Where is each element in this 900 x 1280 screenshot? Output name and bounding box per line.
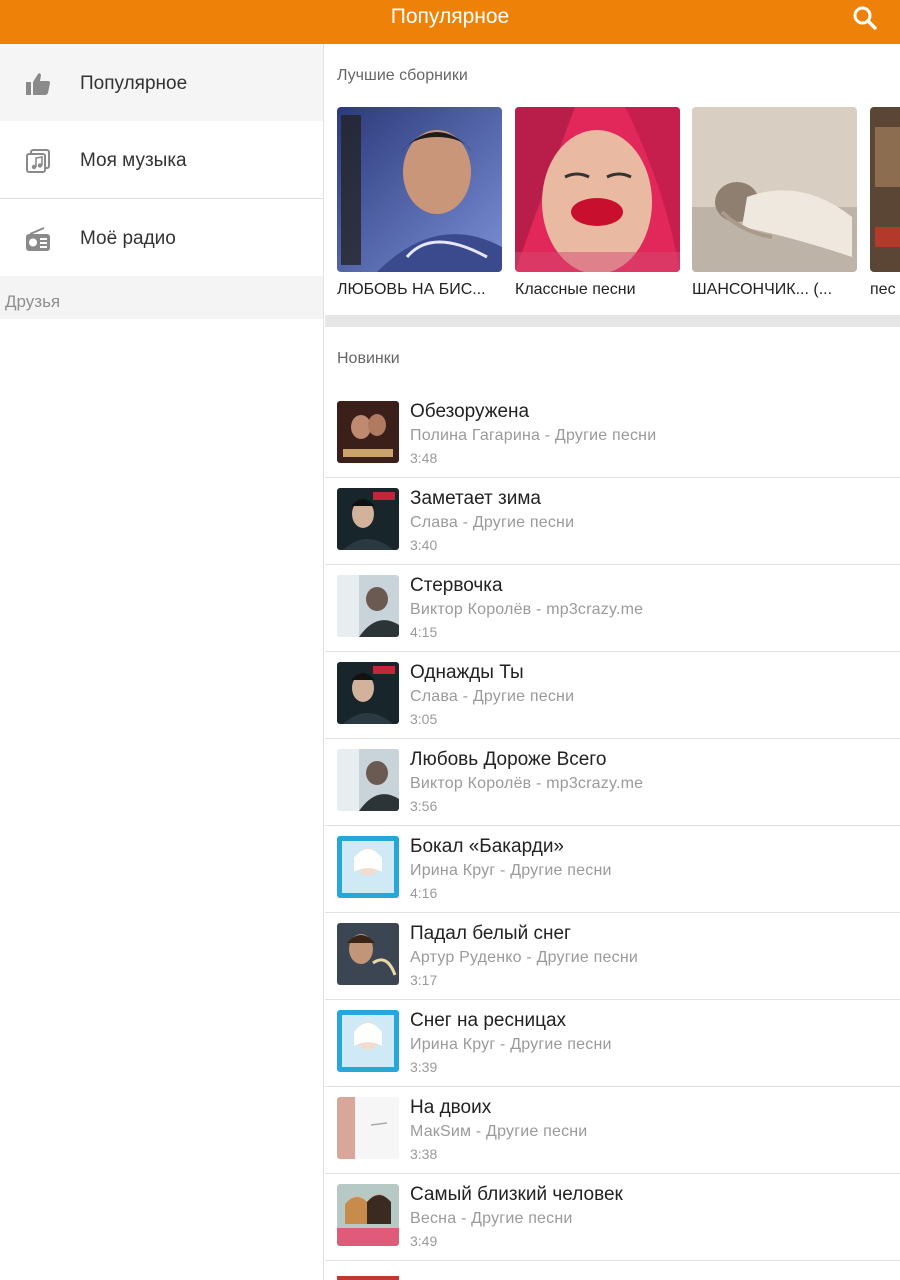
track-row[interactable]: Заметает зима Слава - Другие песни 3:40 — [325, 478, 900, 565]
track-title: Бокал «Бакарди» — [410, 836, 564, 857]
app-header: Популярное — [0, 0, 900, 44]
track-cover-partial — [337, 1276, 399, 1280]
sidebar-item-my-music[interactable]: Моя музыка — [0, 121, 323, 198]
track-artist: Слава - Другие песни — [410, 688, 575, 705]
track-row[interactable]: Бокал «Бакарди» Ирина Круг - Другие песн… — [325, 826, 900, 913]
track-artist: Весна - Другие песни — [410, 1210, 573, 1227]
track-title: Снег на ресницах — [410, 1010, 567, 1031]
track-duration: 4:16 — [410, 885, 438, 901]
sidebar-item-label: Моя музыка — [80, 150, 187, 171]
music-library-icon — [26, 149, 50, 173]
collection-title: ШАНСОНЧИК... (... — [692, 281, 833, 298]
sidebar-item-label: Моё радио — [80, 228, 176, 249]
collection-cover — [870, 107, 900, 272]
collections-carousel[interactable]: ЛЮБОВЬ НА БИС... Классные песни ШАНСОНЧИ… — [337, 107, 900, 307]
thumbs-up-icon — [26, 73, 50, 95]
page-title: Популярное — [390, 5, 510, 28]
collection-cover — [515, 107, 680, 272]
track-row[interactable]: Самый близкий человек Весна - Другие пес… — [325, 1174, 900, 1261]
track-duration: 3:40 — [410, 537, 438, 553]
section-divider — [325, 315, 900, 327]
track-artist: Артур Руденко - Другие песни — [410, 949, 639, 966]
track-title: Заметает зима — [410, 488, 541, 509]
track-row[interactable]: На двоих МакSим - Другие песни 3:38 — [325, 1087, 900, 1174]
track-artist: Ирина Круг - Другие песни — [410, 1036, 612, 1053]
sidebar: Популярное Моя музыка Моё радио Друзья — [0, 44, 324, 1280]
track-cover — [337, 1097, 399, 1159]
track-artist: МакSим - Другие песни — [410, 1123, 588, 1140]
sidebar-item-popular[interactable]: Популярное — [0, 44, 323, 121]
track-cover — [337, 836, 399, 898]
sidebar-item-label: Популярное — [80, 73, 188, 94]
track-artist: Виктор Королёв - mp3crazy.me — [410, 601, 644, 618]
section-header-label: Друзья — [5, 292, 61, 311]
track-duration: 3:49 — [410, 1233, 438, 1249]
collection-cover — [692, 107, 857, 272]
track-row[interactable]: Обезоружена Полина Гагарина - Другие пес… — [325, 391, 900, 478]
sidebar-item-my-radio[interactable]: Моё радио — [0, 199, 323, 276]
collection-title: ЛЮБОВЬ НА БИС... — [337, 281, 486, 298]
track-duration: 3:39 — [410, 1059, 438, 1075]
track-duration: 4:15 — [410, 624, 438, 640]
track-cover — [337, 488, 399, 550]
track-cover — [337, 575, 399, 637]
track-cover — [337, 1184, 399, 1246]
track-row[interactable]: Любовь Дороже Всего Виктор Королёв - mp3… — [325, 739, 900, 826]
track-artist: Полина Гагарина - Другие песни — [410, 427, 657, 444]
search-icon[interactable] — [851, 4, 879, 32]
track-cover — [337, 401, 399, 463]
collections-title: Лучшие сборники — [337, 67, 468, 84]
track-title: Однажды Ты — [410, 662, 524, 683]
track-artist: Ирина Круг - Другие песни — [410, 862, 612, 879]
track-title: Стервочка — [410, 575, 503, 596]
track-duration: 3:48 — [410, 450, 438, 466]
track-row[interactable]: Однажды Ты Слава - Другие песни 3:05 — [325, 652, 900, 739]
collection-cover — [337, 107, 502, 272]
track-duration: 3:17 — [410, 972, 438, 988]
collection-title: Классные песни — [515, 281, 636, 298]
new-releases-title: Новинки — [337, 350, 400, 367]
collection-title: пес — [870, 281, 896, 298]
track-cover — [337, 749, 399, 811]
track-title: Самый близкий человек — [410, 1184, 623, 1205]
track-cover — [337, 923, 399, 985]
track-row[interactable]: Стервочка Виктор Королёв - mp3crazy.me 4… — [325, 565, 900, 652]
track-duration: 3:56 — [410, 798, 438, 814]
radio-icon — [26, 227, 50, 251]
track-duration: 3:05 — [410, 711, 438, 727]
track-title: Падал белый снег — [410, 923, 571, 944]
track-row[interactable]: Падал белый снег Артур Руденко - Другие … — [325, 913, 900, 1000]
track-artist: Слава - Другие песни — [410, 514, 575, 531]
track-title: На двоих — [410, 1097, 492, 1118]
sidebar-section-friends: Друзья — [0, 276, 323, 319]
track-cover — [337, 1010, 399, 1072]
track-cover — [337, 662, 399, 724]
main-content: Лучшие сборники ЛЮБОВЬ НА БИС... Классны… — [325, 44, 900, 1280]
track-title: Обезоружена — [410, 401, 530, 422]
track-title: Любовь Дороже Всего — [410, 749, 607, 770]
track-artist: Виктор Королёв - mp3crazy.me — [410, 775, 644, 792]
track-row[interactable]: Снег на ресницах Ирина Круг - Другие пес… — [325, 1000, 900, 1087]
track-duration: 3:38 — [410, 1146, 438, 1162]
